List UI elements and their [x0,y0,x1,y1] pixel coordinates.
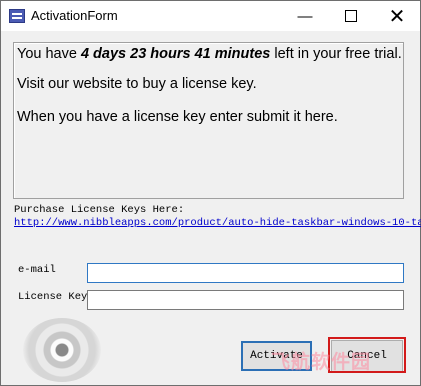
email-field[interactable] [87,263,404,283]
purchase-label: Purchase License Keys Here: [14,204,185,216]
app-logo-icon [23,318,101,382]
visit-website-text: Visit our website to buy a license key. [17,76,257,92]
form-window-icon [9,9,25,23]
trial-time-remaining: 4 days 23 hours 41 minutes [80,46,271,62]
window-title: ActivationForm [31,8,118,23]
license-key-label: License Key [18,291,88,303]
title-bar[interactable]: ActivationForm — ✕ [1,1,420,31]
license-key-field[interactable] [87,290,404,310]
trial-remaining-text: You have 4 days 23 hours 41 minutes left… [17,46,402,62]
trial-suffix: left in your free trial. [270,46,402,62]
activation-form-window: ActivationForm — ✕ You have 4 days 23 ho… [0,0,421,386]
submit-license-text: When you have a license key enter submit… [17,109,338,125]
close-button[interactable]: ✕ [374,1,420,31]
trial-prefix: You have [17,46,81,62]
watermark: 飞航软件园 [271,352,372,373]
maximize-button[interactable] [328,1,374,31]
purchase-link[interactable]: http://www.nibbleapps.com/product/auto-h… [14,217,421,229]
maximize-icon [345,10,357,22]
minimize-button[interactable]: — [282,1,328,31]
trial-info-box: You have 4 days 23 hours 41 minutes left… [13,42,404,199]
email-label: e-mail [18,264,56,276]
